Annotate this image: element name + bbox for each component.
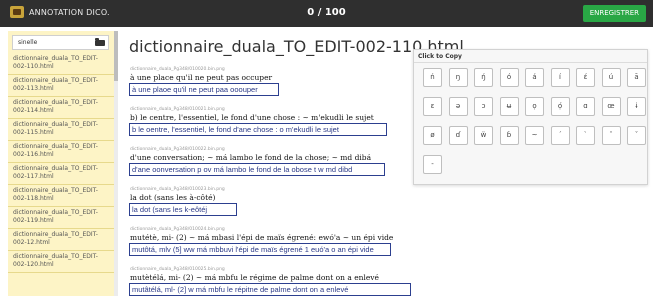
- copy-char-button[interactable]: ẅ: [474, 126, 493, 145]
- copy-char-button[interactable]: ə: [448, 97, 468, 116]
- entry-image-filename: dictionnaire_duala_Pg348/010022.bin.png: [130, 147, 225, 152]
- brand-label: ANNOTATION DICO.: [29, 7, 110, 17]
- file-list-item[interactable]: dictionnaire_duala_TO_EDIT-002-110.html: [8, 53, 114, 75]
- click-to-copy-title: Click to Copy: [418, 53, 462, 60]
- search-input[interactable]: [13, 36, 91, 49]
- file-list-item[interactable]: dictionnaire_duala_TO_EDIT-002-117.html: [8, 163, 114, 185]
- file-list-item[interactable]: dictionnaire_duala_TO_EDIT-002-116.html: [8, 141, 114, 163]
- entry-row: dictionnaire_duala_Pg348/010025.bin.png m…: [129, 267, 649, 307]
- copy-char-button[interactable]: ŋ: [448, 68, 468, 87]
- entry-transcription-input[interactable]: [129, 203, 237, 216]
- copy-char-button[interactable]: ˆ: [601, 126, 621, 145]
- entry-image-filename: dictionnaire_duala_Pg348/010025.bin.png: [130, 267, 225, 272]
- copy-char-button[interactable]: `: [576, 126, 595, 145]
- entry-transcription-input[interactable]: [129, 243, 391, 256]
- copy-char-button[interactable]: ˇ: [627, 126, 646, 145]
- file-list-item[interactable]: dictionnaire_duala_TO_EDIT-002-115.html: [8, 119, 114, 141]
- entry-scan-image: b) le centre, l'essentiel, le fond d'une…: [130, 113, 374, 122]
- panel-divider: [414, 62, 647, 63]
- copy-char-button[interactable]: ɨ: [627, 97, 646, 116]
- entry-image-filename: dictionnaire_duala_Pg348/010024.bin.png: [130, 227, 225, 232]
- sidebar-scrollbar[interactable]: [114, 31, 118, 296]
- click-to-copy-panel: Click to Copy ń ŋ ŋ́ ó á í ɛ́ ú ā ɛ ə ɔ ʉ ọ ọ́ ɑ œ ɨ ø ɗ ẅ ɓ ~…: [413, 49, 648, 185]
- scrollbar-thumb[interactable]: [114, 31, 118, 81]
- copy-char-button[interactable]: ɓ: [499, 126, 519, 145]
- copy-char-button[interactable]: ú: [601, 68, 621, 87]
- copy-char-button[interactable]: ọ́: [550, 97, 570, 116]
- copy-char-button[interactable]: á: [525, 68, 544, 87]
- copy-char-button[interactable]: ʉ: [499, 97, 519, 116]
- file-list-item[interactable]: dictionnaire_duala_TO_EDIT-002-119.html: [8, 207, 114, 229]
- copy-char-button[interactable]: œ: [601, 97, 621, 116]
- file-list: dictionnaire_duala_TO_EDIT-002-110.html d…: [8, 53, 114, 273]
- folder-icon[interactable]: [94, 38, 106, 47]
- entry-transcription-input[interactable]: [129, 163, 385, 176]
- copy-char-button[interactable]: ó: [499, 68, 519, 87]
- entry-image-filename: dictionnaire_duala_Pg348/010020.bin.png: [130, 67, 225, 72]
- entry-image-filename: dictionnaire_duala_Pg348/010021.bin.png: [130, 107, 225, 112]
- file-list-item[interactable]: dictionnaire_duala_TO_EDIT-002-113.html: [8, 75, 114, 97]
- entry-scan-image: la dot (sans les à-côté): [130, 193, 216, 202]
- copy-char-button[interactable]: ɗ: [448, 126, 468, 145]
- top-bar: ANNOTATION DICO. 0 / 100 ENREGISTRER: [0, 0, 653, 27]
- brand: ANNOTATION DICO.: [10, 6, 110, 18]
- copy-char-button[interactable]: ɛ́: [576, 68, 595, 87]
- copy-char-button[interactable]: ~: [525, 126, 544, 145]
- dictionary-logo-icon: [10, 6, 24, 18]
- copy-char-button[interactable]: ŋ́: [474, 68, 493, 87]
- entry-scan-image: d'une conversation; ~ má lambo le fond d…: [130, 153, 372, 162]
- file-list-item[interactable]: dictionnaire_duala_TO_EDIT-002-118.html: [8, 185, 114, 207]
- save-button[interactable]: ENREGISTRER: [582, 5, 646, 22]
- copy-char-button[interactable]: ń: [423, 68, 442, 87]
- entry-transcription-input[interactable]: [129, 83, 279, 96]
- entry-image-filename: dictionnaire_duala_Pg348/010023.bin.png: [130, 187, 225, 192]
- copy-char-button[interactable]: ā: [627, 68, 646, 87]
- entry-scan-image: à une place qu'il ne peut pas occuper: [130, 73, 273, 82]
- entry-transcription-input[interactable]: [129, 283, 411, 296]
- entry-scan-image: mutètélá, mi- (2) ~ má mbfu le régime de…: [130, 273, 379, 282]
- copy-char-button[interactable]: ɑ: [576, 97, 595, 116]
- copy-char-button[interactable]: ´: [550, 126, 570, 145]
- entry-row: dictionnaire_duala_Pg348/010023.bin.png l…: [129, 187, 649, 227]
- file-sidebar: dictionnaire_duala_TO_EDIT-002-110.htmld…: [8, 31, 114, 296]
- entry-row: dictionnaire_duala_Pg348/010024.bin.png m…: [129, 227, 649, 267]
- file-list-item[interactable]: dictionnaire_duala_TO_EDIT-002-12.html: [8, 229, 114, 251]
- copy-char-button[interactable]: -: [423, 155, 442, 174]
- copy-char-button[interactable]: ɔ: [474, 97, 493, 116]
- copy-char-button[interactable]: í: [550, 68, 570, 87]
- entry-transcription-input[interactable]: [129, 123, 387, 136]
- file-list-item[interactable]: dictionnaire_duala_TO_EDIT-002-114.html: [8, 97, 114, 119]
- copy-char-button[interactable]: ø: [423, 126, 442, 145]
- entry-scan-image: mutétè, mi- (2) ~ má mbasi l'épi de maïs…: [130, 233, 394, 242]
- copy-char-button[interactable]: ɛ: [423, 97, 442, 116]
- file-list-item[interactable]: dictionnaire_duala_TO_EDIT-002-120.html: [8, 251, 114, 273]
- copy-char-button[interactable]: ọ: [525, 97, 544, 116]
- search-box: [12, 35, 109, 50]
